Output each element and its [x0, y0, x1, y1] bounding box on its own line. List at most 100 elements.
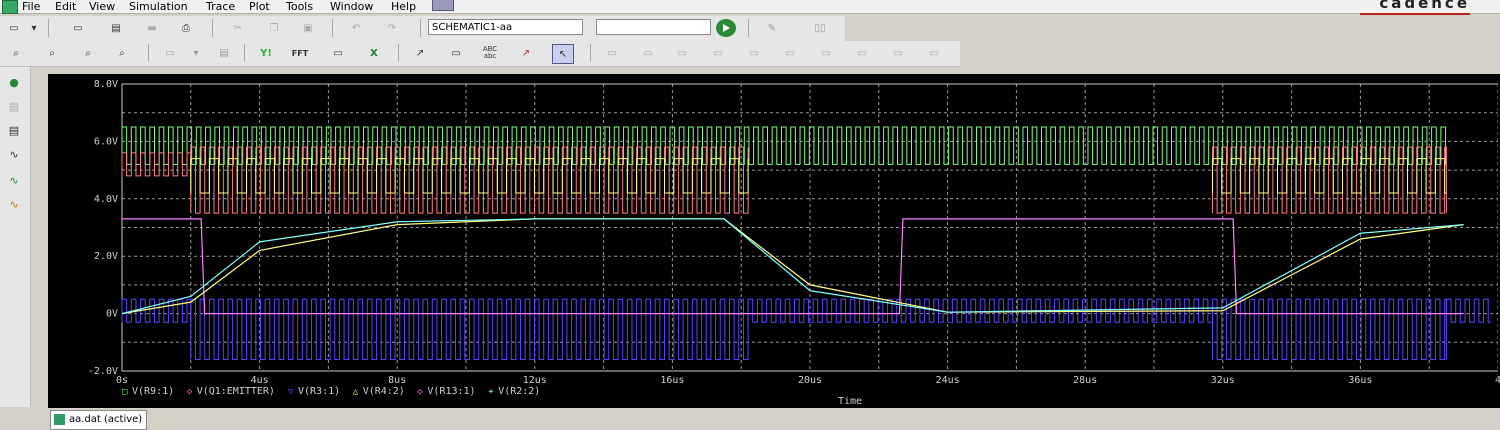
eval-measurement-icon[interactable]: ▭ — [446, 44, 466, 62]
add-plot-icon[interactable]: ∿ — [3, 171, 25, 189]
cursor-min-icon[interactable]: ▭ — [708, 44, 728, 62]
redo-icon[interactable]: ↷ — [382, 19, 402, 37]
document-tab[interactable]: aa.dat (active) — [50, 410, 148, 430]
cursor-slope-icon[interactable]: ▭ — [672, 44, 692, 62]
mark-label-icon[interactable]: ▭ — [924, 44, 944, 62]
log-y-icon[interactable]: ▤ — [214, 44, 234, 62]
x-tick-label: 20us — [798, 375, 822, 386]
view-profile-icon[interactable]: ▯▯ — [810, 19, 830, 37]
legend-symbol: ◇ — [187, 387, 193, 397]
simulation-profile-select[interactable]: SCHEMATIC1-aa — [428, 19, 583, 35]
menu-help[interactable]: Help — [391, 0, 416, 13]
app-icon — [2, 0, 18, 14]
zoom-in-icon[interactable]: ⌕ — [6, 44, 26, 62]
run-simulation-button[interactable] — [716, 19, 736, 37]
x-tick-label: 4 — [1495, 375, 1500, 386]
cursor-next-transition-icon[interactable]: ▭ — [852, 44, 872, 62]
waveform-plot[interactable]: 8.0V 6.0V 4.0V 2.0V 0V -2.0V 0s 4us 8us 12us 16us 2… — [48, 74, 1500, 408]
y-tick-label: 8.0V — [94, 79, 118, 90]
secondary-combo[interactable] — [596, 19, 711, 35]
legend-label: V(Q1:EMITTER) — [197, 386, 275, 397]
separator — [148, 44, 149, 62]
cursor-search-icon[interactable]: ▭ — [816, 44, 836, 62]
menu-tools[interactable]: Tools — [286, 0, 313, 13]
menu-simulation[interactable]: Simulation — [129, 0, 188, 13]
legend-symbol: ◇ — [417, 387, 423, 397]
menu-file[interactable]: File — [22, 0, 40, 13]
separator — [420, 19, 421, 37]
new-dropdown-icon[interactable]: ▾ — [28, 19, 40, 37]
edit-plot-icon[interactable]: ∿ — [3, 195, 25, 213]
separator — [748, 19, 749, 37]
legend-label: V(R9:1) — [132, 386, 174, 397]
menu-view[interactable]: View — [89, 0, 115, 13]
menu-window[interactable]: Window — [330, 0, 373, 13]
y-tick-label: 4.0V — [94, 194, 118, 205]
export-excel-icon[interactable]: X — [364, 44, 384, 62]
menu-edit[interactable]: Edit — [55, 0, 76, 13]
separator — [590, 44, 591, 62]
add-y-axis-icon[interactable]: Y! — [256, 44, 276, 62]
x-tick-label: 32us — [1211, 375, 1235, 386]
x-tick-label: 12us — [523, 375, 547, 386]
copy-icon[interactable]: ❐ — [264, 19, 284, 37]
zoom-area-icon[interactable]: ⌕ — [78, 44, 98, 62]
label-text-button[interactable]: ABC abc — [480, 44, 500, 62]
cadence-logo: cādence — [1379, 0, 1470, 12]
zoom-fit-icon[interactable]: ⌕ — [112, 44, 132, 62]
cursor-trough-icon[interactable]: ▭ — [638, 44, 658, 62]
new-file-icon[interactable]: ▭ — [4, 19, 24, 37]
legend-symbol: ▽ — [288, 387, 294, 397]
x-tick-label: 0s — [116, 375, 128, 386]
plot-canvas[interactable]: 8.0V 6.0V 4.0V 2.0V 0V -2.0V0s 4us 8us 12us 16us 2… — [48, 74, 1500, 408]
cut-icon[interactable]: ✂ — [228, 19, 248, 37]
legend-label: V(R4:2) — [363, 386, 405, 397]
probe-icon[interactable]: ● — [3, 73, 25, 91]
left-toolbar: ● ▤ ▤ ∿ ∿ ∿ — [0, 67, 31, 407]
save-icon[interactable]: ▬ — [142, 19, 162, 37]
menu-trace[interactable]: Trace — [206, 0, 235, 13]
x-tick-label: 28us — [1073, 375, 1097, 386]
separator — [212, 19, 213, 37]
output-file-icon[interactable]: ▤ — [3, 97, 25, 115]
legend-label: V(R3:1) — [298, 386, 340, 397]
fft-button[interactable]: FFT — [290, 44, 310, 62]
cursor-peak-icon[interactable]: ▭ — [602, 44, 622, 62]
cursor-max-icon[interactable]: ▭ — [744, 44, 764, 62]
cursor-prev-transition-icon[interactable]: ▭ — [888, 44, 908, 62]
plot-toolbar: ⌕ ⌕ ⌕ ⌕ ▭ ▾ ▤ Y! FFT ▭ X ↗ ▭ ABC abc ↗ ↖… — [0, 41, 960, 67]
document-tab-bar: aa.dat (active) — [0, 408, 1500, 430]
x-tick-label: 24us — [936, 375, 960, 386]
open-folder-icon[interactable]: ▭ — [68, 19, 88, 37]
legend-symbol: △ — [353, 387, 359, 397]
y-tick-label: -2.0V — [88, 366, 118, 377]
axis-dropdown-icon[interactable]: ▾ — [190, 44, 202, 62]
waveform-icon[interactable]: ∿ — [3, 145, 25, 163]
x-tick-label: 36us — [1348, 375, 1372, 386]
print-icon[interactable]: ⎙ — [176, 19, 196, 37]
edit-profile-icon[interactable]: ✎ — [762, 19, 782, 37]
menu-plot[interactable]: Plot — [249, 0, 270, 13]
logo-underline — [1360, 13, 1470, 15]
add-trace-icon[interactable]: ↗ — [410, 44, 430, 62]
simulation-message-icon[interactable]: ▤ — [3, 121, 25, 139]
log-x-icon[interactable]: ▭ — [160, 44, 180, 62]
toggle-cursor-icon[interactable]: ↖ — [552, 44, 574, 64]
mark-data-points-icon[interactable]: ↗ — [516, 44, 536, 62]
y-tick-label: 6.0V — [94, 136, 118, 147]
cursor-point-icon[interactable]: ▭ — [780, 44, 800, 62]
legend-symbol: □ — [122, 387, 128, 397]
trace-vr3 — [190, 298, 1447, 361]
undo-icon[interactable]: ↶ — [346, 19, 366, 37]
zoom-out-icon[interactable]: ⌕ — [42, 44, 62, 62]
document-tab-label: aa.dat (active) — [69, 414, 143, 425]
open-simulation-icon[interactable]: ▤ — [106, 19, 126, 37]
paste-icon[interactable]: ▣ — [298, 19, 318, 37]
menu-bar: File Edit View Simulation Trace Plot Too… — [0, 0, 1500, 14]
data-file-icon — [54, 414, 65, 425]
performance-analysis-icon[interactable]: ▭ — [328, 44, 348, 62]
separator — [244, 44, 245, 62]
x-tick-label: 4us — [251, 375, 269, 386]
separator — [48, 19, 49, 37]
window-tile-icon[interactable] — [432, 0, 454, 11]
